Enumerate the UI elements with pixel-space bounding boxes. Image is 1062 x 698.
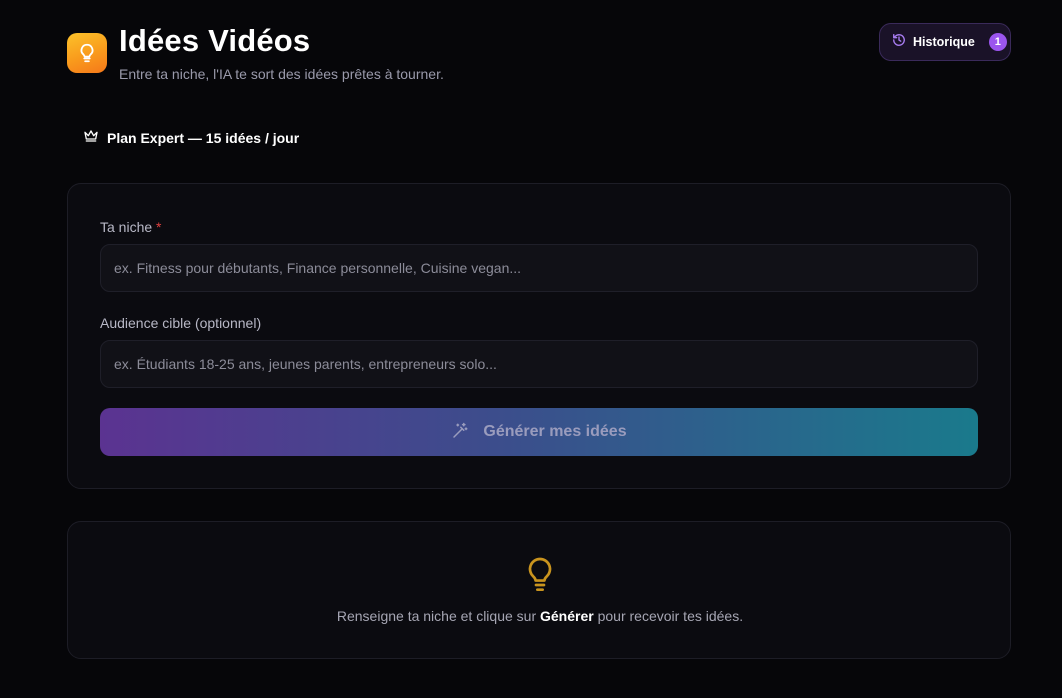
empty-state-text-bold: Générer <box>540 608 594 624</box>
app-page: Idées Vidéos Entre ta niche, l'IA te sor… <box>0 0 1062 698</box>
plan-indicator: Plan Expert — 15 idées / jour <box>83 128 299 147</box>
lightbulb-icon <box>524 556 556 592</box>
idea-form-card: Ta niche * Audience cible (optionnel) Gé… <box>67 183 1011 489</box>
history-button[interactable]: Historique 1 <box>879 23 1011 61</box>
audience-field-label: Audience cible (optionnel) <box>100 315 262 331</box>
history-count-badge: 1 <box>988 33 1007 51</box>
niche-field-label: Ta niche * <box>100 219 162 235</box>
lightbulb-icon <box>67 33 107 73</box>
niche-input[interactable] <box>100 244 978 292</box>
plan-label: Plan Expert — 15 idées / jour <box>107 129 300 146</box>
audience-input[interactable] <box>100 340 978 388</box>
history-icon <box>892 33 906 52</box>
empty-state-card: Renseigne ta niche et clique sur Générer… <box>67 521 1011 659</box>
required-mark: * <box>156 219 162 235</box>
generate-button-label: Générer mes idées <box>483 423 627 440</box>
generate-button[interactable]: Générer mes idées <box>100 408 978 456</box>
page-title: Idées Vidéos <box>119 23 311 58</box>
empty-state-text-end: pour recevoir tes idées. <box>593 608 744 624</box>
empty-state-text-start: Renseigne ta niche et clique sur <box>336 608 540 624</box>
empty-state-text: Renseigne ta niche et clique sur Générer… <box>68 608 1012 624</box>
page-subtitle: Entre ta niche, l'IA te sort des idées p… <box>119 66 444 82</box>
niche-label-text: Ta niche <box>100 219 153 235</box>
history-button-label: Historique <box>913 35 975 49</box>
magic-wand-icon <box>451 422 469 443</box>
crown-icon <box>83 128 99 147</box>
